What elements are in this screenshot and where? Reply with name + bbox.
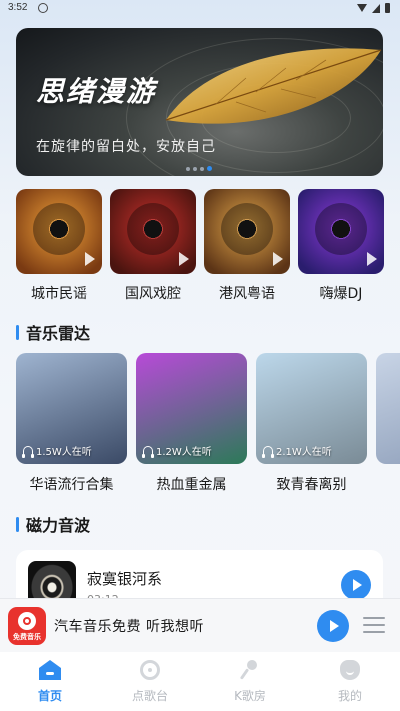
- status-icons: [357, 3, 390, 13]
- category-cover: [298, 189, 384, 274]
- category-cover: [16, 189, 102, 274]
- mini-player-text: 汽车音乐免费 听我想听: [54, 619, 204, 635]
- nav-label: 我的: [337, 689, 362, 703]
- vinyl-record-icon: [221, 203, 273, 255]
- banner-pagination: [186, 166, 212, 171]
- listener-count: 2.1W人在听: [262, 443, 332, 458]
- category-label: 嗨爆DJ: [319, 286, 363, 302]
- playlist-cover: 2.1W人在听: [256, 353, 367, 464]
- playlist-card-partial[interactable]: [376, 353, 400, 464]
- section-title-radar: 音乐雷达: [16, 320, 90, 344]
- playlist-cover: 1.2W人在听: [136, 353, 247, 464]
- profile-icon: [340, 660, 360, 680]
- category-item-dj[interactable]: 嗨爆DJ: [298, 189, 384, 303]
- listener-count-text: 1.5W人在听: [36, 447, 92, 458]
- playlist-card[interactable]: 1.5W人在听 华语流行合集: [16, 353, 127, 493]
- playlist-title: 热血重金属: [156, 477, 227, 493]
- nav-mine[interactable]: 我的: [300, 652, 400, 711]
- playlist-row[interactable]: 1.5W人在听 华语流行合集 1.2W人在听 热血重金属 2.1W人在听 致青春…: [16, 353, 400, 493]
- status-bar: 3:52: [0, 0, 400, 18]
- playlist-title: 华语流行合集: [29, 477, 114, 493]
- bottom-nav: 首页 点歌台 K歌房 我的: [0, 652, 400, 711]
- mini-player-play-button[interactable]: [317, 610, 349, 642]
- app-logo-text: 免费音乐: [13, 633, 41, 641]
- vinyl-record-icon: [33, 203, 85, 255]
- banner-subtitle: 在旋律的留白处，安放自己: [36, 139, 216, 155]
- sync-icon: [38, 3, 48, 13]
- banner-title: 思绪漫游: [36, 75, 157, 108]
- section-title-waves: 磁力音波: [16, 512, 90, 536]
- pagination-dot: [200, 166, 204, 171]
- play-icon: [85, 252, 95, 266]
- mini-player[interactable]: 免费音乐 汽车音乐免费 听我想听: [0, 598, 400, 652]
- play-icon: [367, 252, 377, 266]
- category-label: 港风粤语: [219, 286, 275, 302]
- pagination-dot-active: [207, 166, 212, 171]
- section-title-text: 音乐雷达: [26, 324, 91, 343]
- wifi-icon: [357, 4, 367, 12]
- playlist-queue-icon[interactable]: [363, 617, 385, 635]
- category-label: 国风戏腔: [125, 286, 181, 302]
- category-cover: [204, 189, 290, 274]
- nav-label: K歌房: [234, 689, 266, 703]
- category-item-folk[interactable]: 城市民谣: [16, 189, 102, 303]
- listener-count: 1.2W人在听: [142, 443, 212, 458]
- play-icon: [273, 252, 283, 266]
- nav-home[interactable]: 首页: [0, 652, 100, 711]
- listener-count-text: 2.1W人在听: [276, 447, 332, 458]
- song-play-button[interactable]: [341, 570, 371, 600]
- section-accent-bar: [16, 516, 19, 532]
- signal-icon: [372, 3, 380, 13]
- headphone-icon: [142, 446, 154, 458]
- nav-karaoke[interactable]: K歌房: [200, 652, 300, 711]
- playlist-card[interactable]: 1.2W人在听 热血重金属: [136, 353, 247, 493]
- disc-icon: [18, 612, 36, 630]
- category-item-opera[interactable]: 国风戏腔: [110, 189, 196, 303]
- nav-song-request[interactable]: 点歌台: [100, 652, 200, 711]
- song-title: 寂寞银河系: [87, 570, 163, 588]
- banner-carousel[interactable]: 思绪漫游 在旋律的留白处，安放自己: [16, 28, 383, 176]
- listener-count: 1.5W人在听: [22, 443, 92, 458]
- play-icon: [179, 252, 189, 266]
- vinyl-record-icon: [315, 203, 367, 255]
- section-accent-bar: [16, 324, 19, 340]
- category-label: 城市民谣: [31, 286, 87, 302]
- category-cover: [110, 189, 196, 274]
- section-title-text: 磁力音波: [26, 516, 91, 535]
- headphone-icon: [22, 446, 34, 458]
- pagination-dot: [193, 166, 197, 171]
- listener-count-text: 1.2W人在听: [156, 447, 212, 458]
- pagination-dot: [186, 166, 190, 171]
- microphone-icon: [239, 660, 261, 680]
- playlist-cover: [376, 353, 400, 464]
- nav-label: 点歌台: [131, 689, 168, 703]
- category-item-cantonese[interactable]: 港风粤语: [204, 189, 290, 303]
- home-icon: [39, 660, 61, 680]
- nav-label: 首页: [37, 689, 62, 703]
- vinyl-record-icon: [127, 203, 179, 255]
- category-row: 城市民谣 国风戏腔 港风粤语 嗨爆DJ: [16, 189, 384, 303]
- playlist-cover: 1.5W人在听: [16, 353, 127, 464]
- vinyl-icon: [140, 660, 160, 680]
- playlist-title: 致青春离别: [276, 477, 347, 493]
- headphone-icon: [262, 446, 274, 458]
- app-logo: 免费音乐: [8, 607, 46, 645]
- playlist-card[interactable]: 2.1W人在听 致青春离别: [256, 353, 367, 493]
- battery-icon: [385, 3, 390, 13]
- status-time: 3:52: [8, 2, 28, 13]
